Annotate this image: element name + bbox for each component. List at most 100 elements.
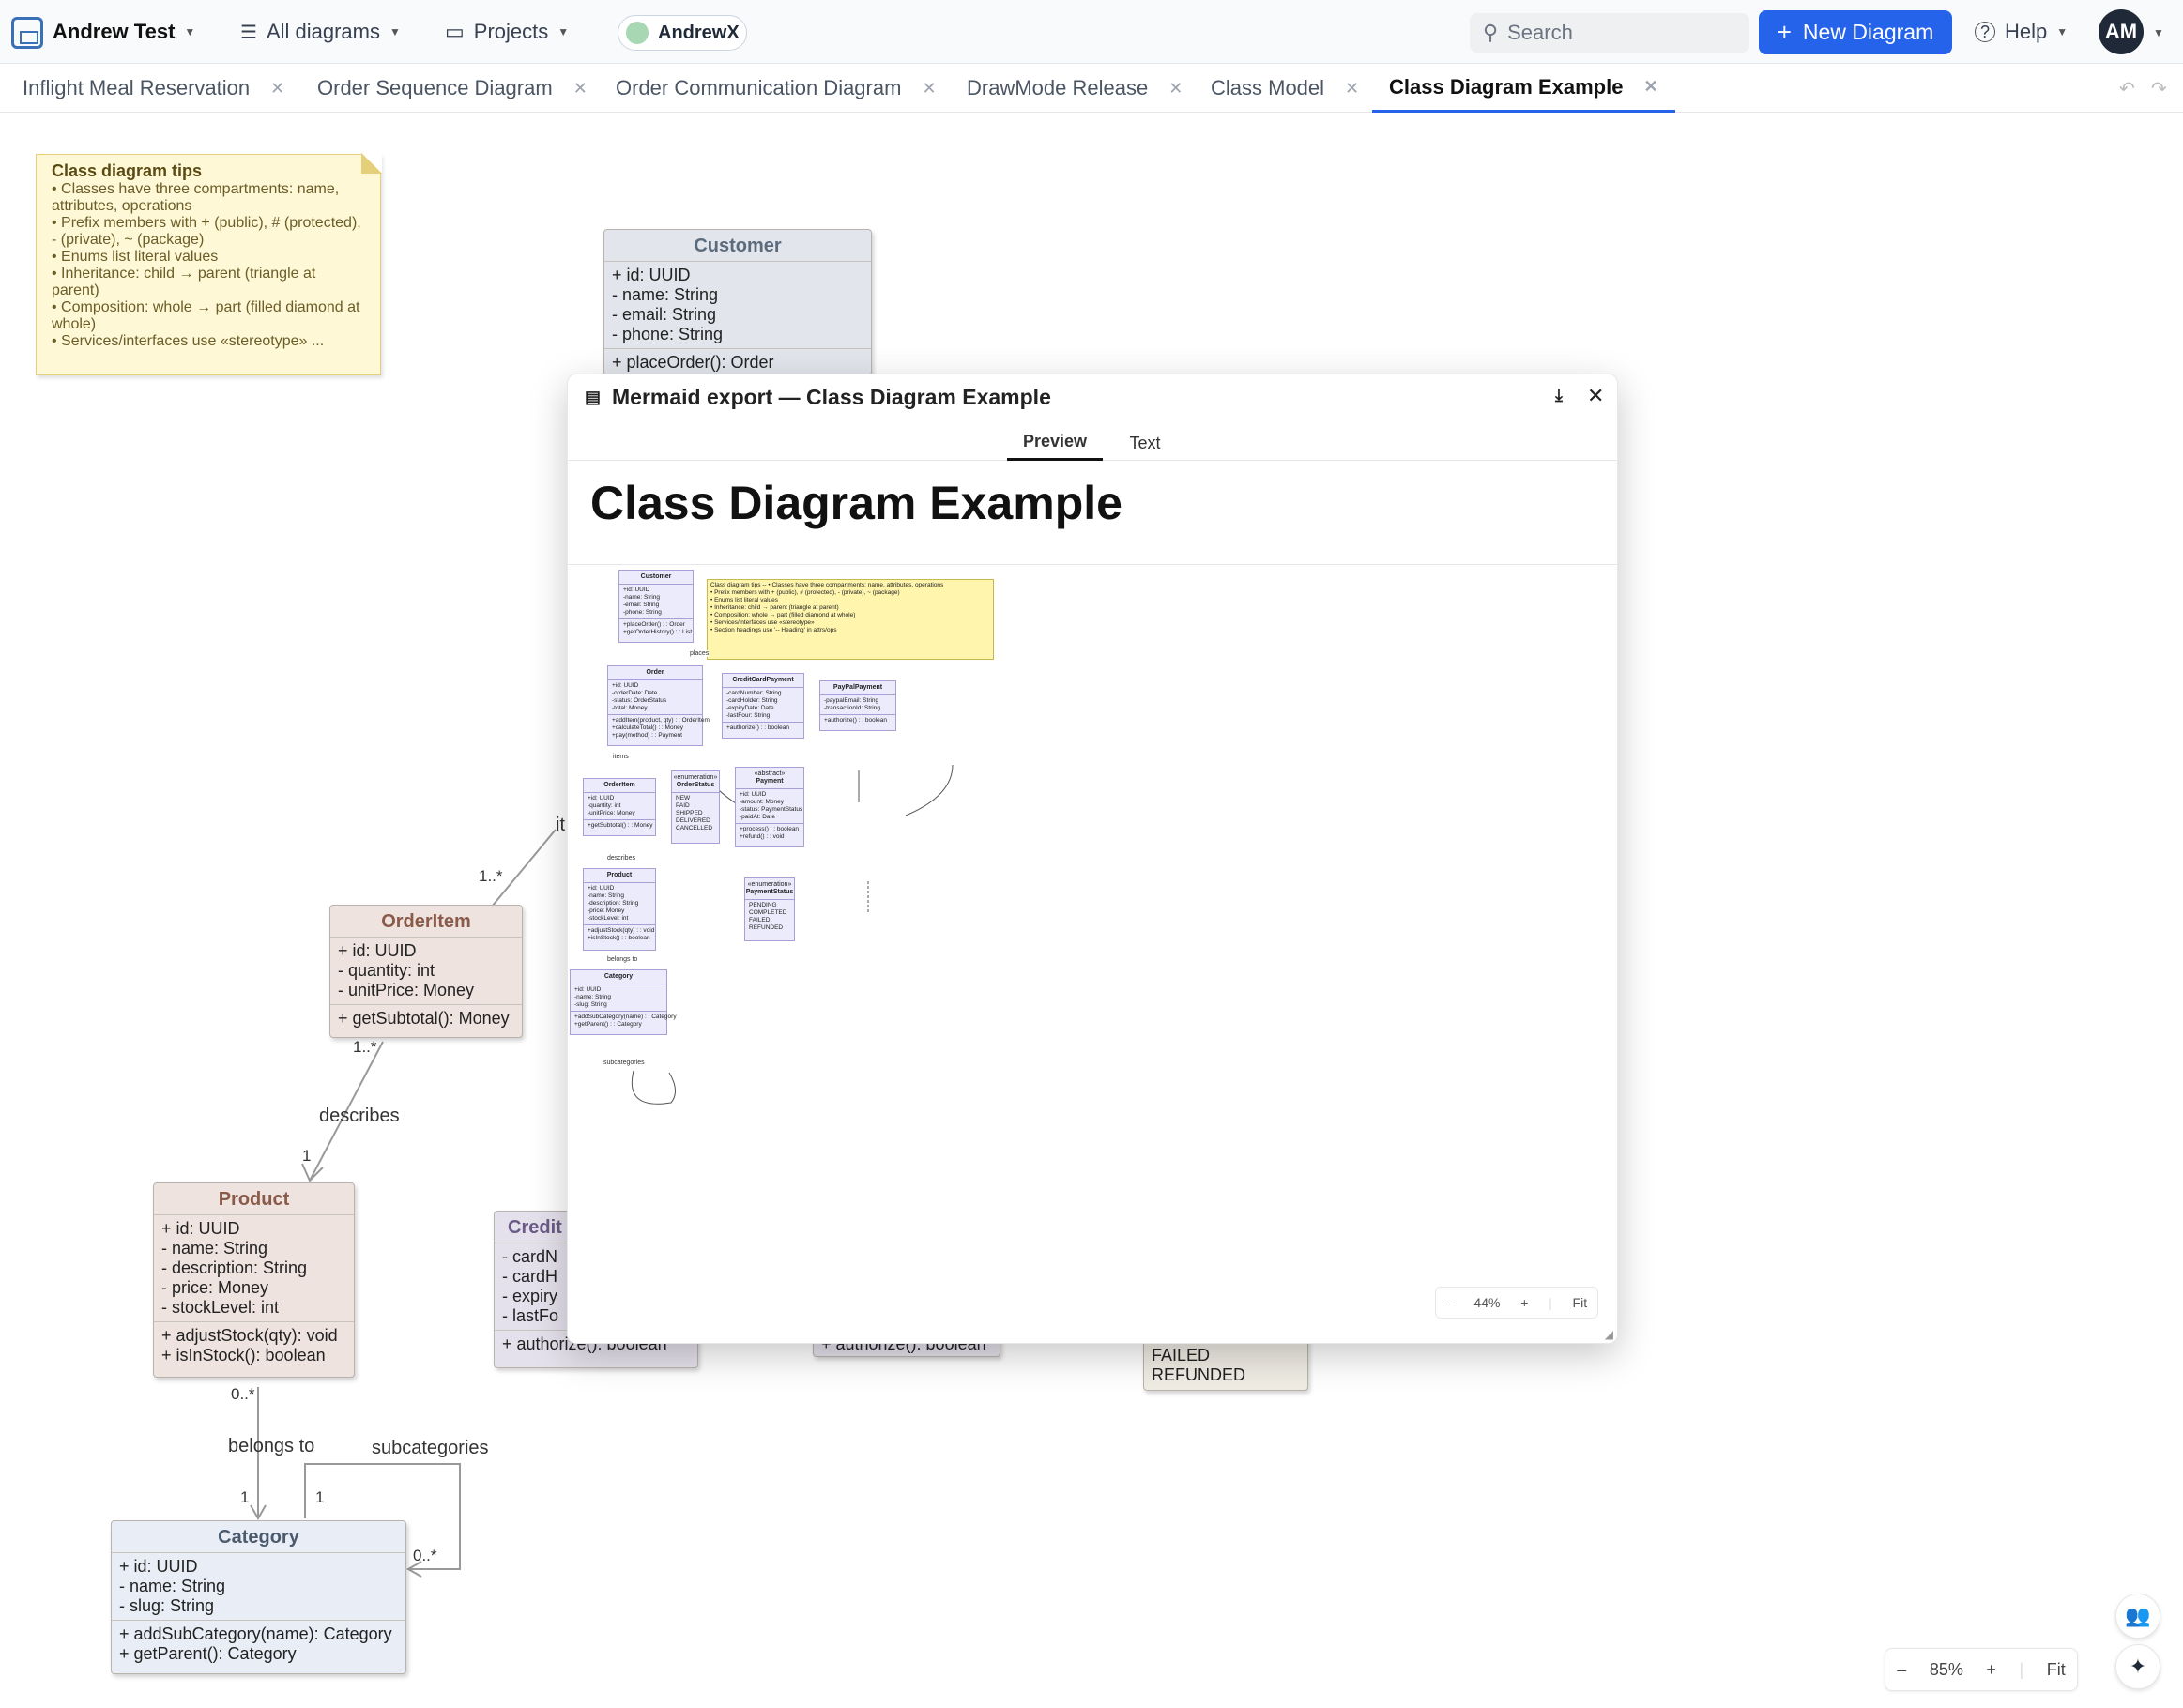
mini-stereotype: «enumeration» xyxy=(673,774,718,781)
multiplicity-label: 1..* xyxy=(353,1038,377,1056)
download-icon[interactable]: ⤓ xyxy=(1555,386,1563,405)
attribute: - description: String xyxy=(161,1258,308,1277)
mini-operations: +addSubCategory(name) : : Category +getP… xyxy=(574,1014,677,1028)
zoom-out-button[interactable]: – xyxy=(1897,1660,1906,1680)
mini-operations: +authorize() : : boolean xyxy=(824,717,888,724)
mini-enum-name: OrderStatus xyxy=(676,782,715,788)
mini-abstract-name: Payment xyxy=(756,778,784,785)
mini-edge-label: describes xyxy=(607,855,635,862)
mini-class-name: Order xyxy=(608,666,702,680)
multiplicity-label: 1 xyxy=(240,1488,250,1506)
mini-attributes: +id: UUID -orderDate: Date -status: Orde… xyxy=(608,680,702,715)
multiplicity-label: 1 xyxy=(315,1488,325,1506)
operation: + getSubtotal(): Money xyxy=(338,1009,510,1028)
mini-class-payment: «abstract» Payment +id: UUID -amount: Mon… xyxy=(735,767,804,847)
attribute: - quantity: int xyxy=(338,961,435,980)
operations: + adjustStock(qty): void + isInStock(): … xyxy=(154,1322,354,1369)
attributes: + id: UUID - name: String - email: Strin… xyxy=(604,262,871,349)
attribute: + id: UUID xyxy=(612,266,691,284)
preview-zoom-level: 44% xyxy=(1473,1295,1501,1310)
attributes: + id: UUID - name: String - description:… xyxy=(154,1215,354,1322)
class-orderitem[interactable]: OrderItem + id: UUID - quantity: int - u… xyxy=(329,905,523,1038)
mini-operations: +addItem(product, qty) : : OrderItem +ca… xyxy=(612,717,710,739)
mini-operations: +getSubtotal() : : Money xyxy=(588,822,653,829)
mini-class-paypalpayment: PayPalPayment -paypalEmail: String -tran… xyxy=(819,680,896,731)
mini-tips-note: Class diagram tips -- • Classes have thr… xyxy=(707,579,994,660)
mini-literals: PENDING COMPLETED FAILED REFUNDED xyxy=(749,902,787,931)
ai-assist-icon[interactable]: ✦ xyxy=(2115,1644,2160,1689)
zoom-in-button[interactable]: + xyxy=(1986,1660,1996,1680)
mini-class-orderitem: OrderItem +id: UUID -quantity: int -unit… xyxy=(583,778,656,836)
operation: + getParent(): Category xyxy=(119,1644,297,1663)
mini-class-product: Product +id: UUID -name: String -descrip… xyxy=(583,868,656,951)
operation: + adjustStock(qty): void xyxy=(161,1326,338,1345)
operation: + isInStock(): boolean xyxy=(161,1346,326,1365)
divider xyxy=(568,564,1617,565)
operations: + addSubCategory(name): Category + getPa… xyxy=(112,1621,405,1668)
mini-attributes: +id: UUID -name: String -email: String -… xyxy=(619,585,693,619)
multiplicity-label: 0..* xyxy=(231,1385,255,1403)
operations: + placeOrder(): Order xyxy=(604,349,871,374)
mini-literals: NEW PAID SHIPPED DELIVERED CANCELLED xyxy=(676,795,713,831)
class-category[interactable]: Category + id: UUID - name: String - slu… xyxy=(111,1520,406,1674)
divider: | xyxy=(1549,1295,1552,1310)
edge-label: belongs to xyxy=(228,1436,315,1456)
mini-edge-label: places xyxy=(690,650,710,657)
mini-class-name: Customer xyxy=(619,571,693,585)
attribute: - phone: String xyxy=(612,325,724,343)
dialog-header: ▤ Mermaid export — Class Diagram Example… xyxy=(568,374,1617,419)
mermaid-export-dialog: ▤ Mermaid export — Class Diagram Example… xyxy=(567,374,1618,1344)
canvas-zoom-control: – 85% + | Fit xyxy=(1885,1648,2078,1691)
close-icon[interactable]: ✕ xyxy=(1587,384,1604,408)
preview-zoom-fit-button[interactable]: Fit xyxy=(1573,1295,1588,1310)
mini-attributes: -paypalEmail: String -transactionId: Str… xyxy=(820,695,895,715)
mermaid-preview-area[interactable]: Customer +id: UUID -name: String -email:… xyxy=(568,566,1617,1343)
mini-stereotype: «abstract» xyxy=(754,770,786,777)
class-customer[interactable]: Customer + id: UUID - name: String - ema… xyxy=(603,229,872,375)
mini-edge-label: belongs to xyxy=(607,956,638,963)
literal: FAILED xyxy=(1152,1346,1211,1365)
class-product[interactable]: Product + id: UUID - name: String - desc… xyxy=(153,1182,355,1378)
attribute: + id: UUID xyxy=(119,1557,198,1576)
zoom-fit-button[interactable]: Fit xyxy=(2047,1660,2066,1680)
operation: + placeOrder(): Order xyxy=(612,353,774,372)
collaborators-icon[interactable]: 👥 xyxy=(2115,1594,2160,1639)
mini-attributes: +id: UUID -name: String -slug: String xyxy=(571,984,666,1012)
mini-enum-orderstatus: «enumeration» OrderStatus NEW PAID SHIPPE… xyxy=(671,770,720,844)
attributes: + id: UUID - quantity: int - unitPrice: … xyxy=(330,938,522,1005)
multiplicity-label: 0..* xyxy=(413,1547,437,1564)
mini-operations: +authorize() : : boolean xyxy=(726,724,790,731)
resize-handle-icon[interactable]: ◢ xyxy=(1605,1328,1613,1341)
preview-zoom-out-button[interactable]: – xyxy=(1446,1295,1454,1310)
tab-text[interactable]: Text xyxy=(1116,425,1174,461)
class-name: OrderItem xyxy=(330,906,522,938)
mini-class-order: Order +id: UUID -orderDate: Date -status… xyxy=(607,665,710,746)
edge-label: it xyxy=(556,815,565,835)
attribute: - name: String xyxy=(119,1577,226,1595)
mini-class-category: Category +id: UUID -name: String -slug: … xyxy=(570,969,677,1035)
mini-operations: +process() : : boolean +refund() : : voi… xyxy=(740,826,800,840)
multiplicity-label: 1..* xyxy=(479,867,503,885)
mini-enum-paymentstatus: «enumeration» PaymentStatus PENDING COMPL… xyxy=(744,877,795,941)
divider: | xyxy=(2019,1659,2024,1679)
zoom-level: 85% xyxy=(1929,1659,1963,1679)
attribute: - unitPrice: Money xyxy=(338,981,475,999)
operation: + addSubCategory(name): Category xyxy=(119,1624,392,1643)
attribute: + id: UUID xyxy=(338,941,417,960)
attribute: - price: Money xyxy=(161,1278,269,1297)
tab-preview[interactable]: Preview xyxy=(1007,425,1103,461)
mini-operations: +placeOrder() : : Order +getOrderHistory… xyxy=(623,621,693,635)
attribute: - name: String xyxy=(161,1239,268,1258)
mini-stereotype: «enumeration» xyxy=(747,881,792,888)
preview-zoom-in-button[interactable]: + xyxy=(1520,1295,1528,1310)
mini-class-customer: Customer +id: UUID -name: String -email:… xyxy=(618,570,694,643)
mini-attributes: +id: UUID -name: String -description: St… xyxy=(584,883,655,925)
preview-document-title: Class Diagram Example xyxy=(590,477,1122,529)
literal: REFUNDED xyxy=(1152,1365,1246,1384)
mini-attributes: -cardNumber: String -cardHolder: String … xyxy=(723,688,803,723)
mini-attributes: +id: UUID -quantity: int -unitPrice: Mon… xyxy=(584,793,655,820)
class-name: Category xyxy=(112,1521,405,1553)
mini-class-creditcardpayment: CreditCardPayment -cardNumber: String -c… xyxy=(722,673,804,739)
mini-class-name: PayPalPayment xyxy=(820,681,895,695)
edge-label: subcategories xyxy=(372,1438,489,1458)
